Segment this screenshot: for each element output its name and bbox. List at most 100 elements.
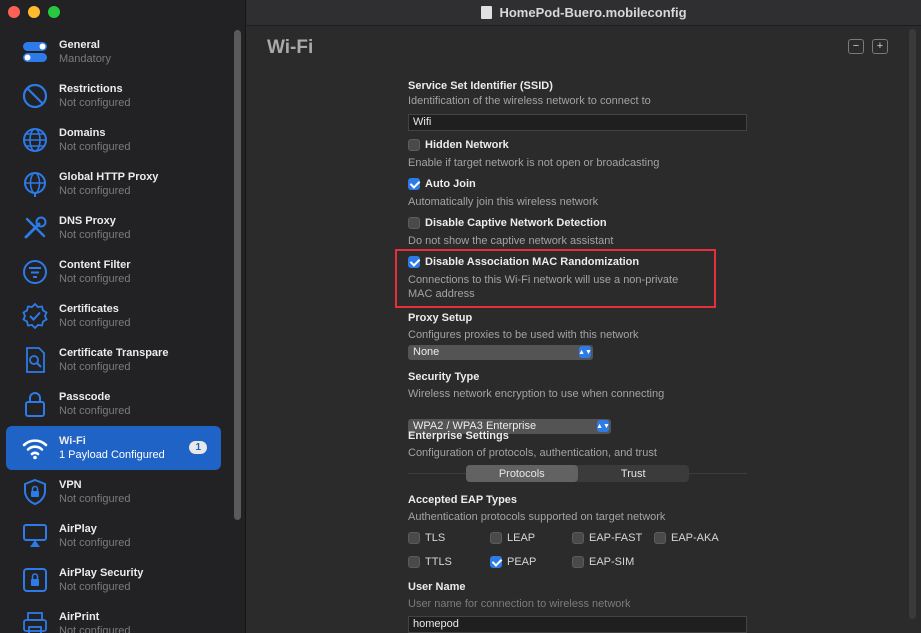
toggle-icon [20,37,50,67]
proxy-select[interactable]: None ▲▼ [408,345,593,360]
eap-leap-checkbox[interactable] [490,532,502,544]
sidebar-item-subtitle: Not configured [59,141,131,153]
eap-peap-checkbox[interactable] [490,556,502,568]
printer-icon [20,609,50,633]
sidebar-item-subtitle: Not configured [59,273,131,285]
eap-leap[interactable]: LEAP [490,532,535,544]
sidebar-item-title: Passcode [59,391,111,403]
mac-randomization-row[interactable]: Disable Association MAC Randomization [408,256,639,268]
sidebar-item-title: General [59,39,100,51]
eap-sim[interactable]: EAP-SIM [572,556,634,568]
eap-ttls[interactable]: TTLS [408,556,452,568]
certificate-badge-icon [20,301,50,331]
sidebar-item-title: AirPlay [59,523,97,535]
sidebar-item-content-filter[interactable]: Content Filter Not configured [6,250,221,294]
hidden-network-checkbox[interactable] [408,139,420,151]
sidebar-item-text: Certificates Not configured [59,302,131,330]
sidebar-item-wi-fi[interactable]: Wi-Fi 1 Payload Configured 1 [6,426,221,470]
eap-fast[interactable]: EAP-FAST [572,532,642,544]
sidebar-item-subtitle: Not configured [59,537,131,549]
captive-detection-desc: Do not show the captive network assistan… [408,235,614,247]
sidebar-item-title: DNS Proxy [59,215,116,227]
sidebar-item-subtitle: Not configured [59,229,131,241]
sidebar-item-text: Passcode Not configured [59,390,131,418]
proxy-label: Proxy Setup [408,312,473,324]
remove-payload-button[interactable]: − [848,39,864,54]
sidebar-item-airprint[interactable]: AirPrint Not configured [6,602,221,633]
ssid-label: Service Set Identifier (SSID) [408,80,553,92]
eap-leap-label: LEAP [507,532,536,544]
tab-trust[interactable]: Trust [578,465,690,482]
eap-aka-label: EAP-AKA [671,532,719,544]
sidebar-item-subtitle: Not configured [59,361,131,373]
zoom-window-button[interactable] [48,6,60,18]
document-search-icon [20,345,50,375]
sidebar-item-general[interactable]: General Mandatory [6,30,221,74]
count-badge: 1 [189,441,207,454]
sidebar-item-restrictions[interactable]: Restrictions Not configured [6,74,221,118]
ssid-desc: Identification of the wireless network t… [408,95,651,107]
hidden-network-label: Hidden Network [425,139,509,151]
document-icon [481,6,493,19]
globe-icon [20,125,50,155]
sidebar-item-domains[interactable]: Domains Not configured [6,118,221,162]
sidebar-item-vpn[interactable]: VPN Not configured [6,470,221,514]
captive-detection-checkbox[interactable] [408,217,420,229]
tab-protocols[interactable]: Protocols [466,465,578,482]
sidebar-item-text: Certificate Transpare Not configured [59,346,168,374]
sidebar-item-certificates[interactable]: Certificates Not configured [6,294,221,338]
captive-detection-label: Disable Captive Network Detection [425,217,607,229]
window-title: HomePod-Buero.mobileconfig [499,5,687,20]
sidebar-scrollbar[interactable] [234,30,241,520]
security-type-label: Security Type [408,371,480,383]
sidebar-item-subtitle: Not configured [59,97,131,109]
ssid-input[interactable]: Wifi [408,114,747,131]
eap-sim-label: EAP-SIM [589,556,635,568]
eap-tls[interactable]: TLS [408,532,445,544]
eap-peap[interactable]: PEAP [490,556,536,568]
enterprise-settings-desc: Configuration of protocols, authenticati… [408,447,657,459]
hidden-network-row[interactable]: Hidden Network [408,139,509,151]
eap-aka[interactable]: EAP-AKA [654,532,719,544]
sidebar-item-text: DNS Proxy Not configured [59,214,131,242]
eap-ttls-checkbox[interactable] [408,556,420,568]
sidebar-item-title: Global HTTP Proxy [59,171,159,183]
eap-sim-checkbox[interactable] [572,556,584,568]
sidebar-item-title: Certificate Transpare [59,347,169,359]
title-bar: HomePod-Buero.mobileconfig [247,0,921,26]
sidebar: General Mandatory Restrictions Not configur… [0,0,246,633]
eap-fast-checkbox[interactable] [572,532,584,544]
close-window-button[interactable] [8,6,20,18]
sidebar-item-airplay[interactable]: AirPlay Not configured [6,514,221,558]
auto-join-checkbox[interactable] [408,178,420,190]
chevron-updown-icon: ▲▼ [596,420,610,432]
captive-detection-row[interactable]: Disable Captive Network Detection [408,217,607,229]
sidebar-item-text: Global HTTP Proxy Not configured [59,170,158,198]
sidebar-item-global-http-proxy[interactable]: Global HTTP Proxy Not configured [6,162,221,206]
sidebar-item-text: Content Filter Not configured [59,258,131,286]
lock-icon [20,389,50,419]
add-payload-button[interactable]: + [872,39,888,54]
sidebar-item-certificate-transpare[interactable]: Certificate Transpare Not configured [6,338,221,382]
window-controls [8,6,60,18]
eap-tls-checkbox[interactable] [408,532,420,544]
sidebar-item-title: Restrictions [59,83,123,95]
tools-icon [20,213,50,243]
minimize-window-button[interactable] [28,6,40,18]
auto-join-row[interactable]: Auto Join [408,178,476,190]
sidebar-item-passcode[interactable]: Passcode Not configured [6,382,221,426]
eap-aka-checkbox[interactable] [654,532,666,544]
globe-network-icon [20,169,50,199]
sidebar-item-subtitle: 1 Payload Configured [59,449,165,461]
auto-join-desc: Automatically join this wireless network [408,196,599,208]
airplay-icon [20,521,50,551]
vpn-shield-icon [20,477,50,507]
main-scrollbar[interactable] [909,29,916,619]
security-type-desc: Wireless network encryption to use when … [408,388,665,400]
chevron-updown-icon: ▲▼ [578,346,592,358]
username-input[interactable]: homepod [408,616,747,633]
sidebar-item-subtitle: Not configured [59,185,131,197]
mac-randomization-checkbox[interactable] [408,256,420,268]
sidebar-item-dns-proxy[interactable]: DNS Proxy Not configured [6,206,221,250]
sidebar-item-airplay-security[interactable]: AirPlay Security Not configured [6,558,221,602]
